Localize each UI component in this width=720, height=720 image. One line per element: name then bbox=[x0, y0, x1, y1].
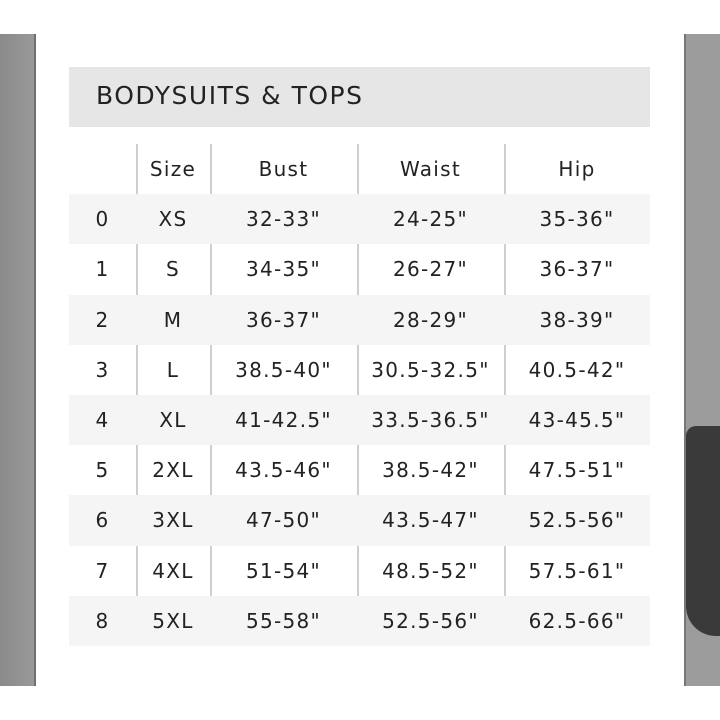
cell-index: 2 bbox=[95, 307, 110, 332]
cell-index: 8 bbox=[95, 608, 110, 633]
cell-bust: 43.5-46" bbox=[235, 458, 332, 483]
cell-hip: 43-45.5" bbox=[528, 408, 626, 433]
header-cell-hip: Hip bbox=[558, 157, 596, 182]
table-row: 8 5XL 55-58" 52.5-56" 62.5-66" bbox=[69, 595, 650, 646]
cell-hip: 57.5-61" bbox=[528, 558, 626, 583]
table-row: 5 2XL 43.5-46" 38.5-42" 47.5-51" bbox=[69, 445, 650, 495]
cell-waist: 26-27" bbox=[392, 257, 469, 282]
cell-waist: 33.5-36.5" bbox=[371, 408, 490, 433]
cell-size: XS bbox=[158, 207, 188, 232]
cell-size: L bbox=[166, 357, 180, 382]
size-chart-panel: BODYSUITS & TOPS Size Bust Waist Hip 0 X… bbox=[36, 34, 684, 686]
cell-hip: 62.5-66" bbox=[528, 608, 626, 633]
cell-size: 5XL bbox=[152, 608, 194, 633]
table-row: 2 M 36-37" 28-29" 38-39" bbox=[69, 294, 650, 345]
table-row: 0 XS 32-33" 24-25" 35-36" bbox=[69, 194, 650, 245]
cell-hip: 47.5-51" bbox=[528, 458, 626, 483]
cell-index: 7 bbox=[95, 558, 110, 583]
table-row: 1 S 34-35" 26-27" 36-37" bbox=[69, 244, 650, 294]
table-row: 7 4XL 51-54" 48.5-52" 57.5-61" bbox=[69, 546, 650, 596]
cell-size: 2XL bbox=[152, 458, 194, 483]
cell-waist: 30.5-32.5" bbox=[371, 357, 490, 382]
header-cell-size: Size bbox=[149, 157, 197, 182]
cell-waist: 38.5-42" bbox=[382, 458, 479, 483]
cell-waist: 48.5-52" bbox=[382, 558, 479, 583]
header-cell-bust: Bust bbox=[258, 157, 309, 182]
cell-waist: 43.5-47" bbox=[382, 508, 479, 533]
cell-index: 3 bbox=[95, 357, 110, 382]
cell-bust: 32-33" bbox=[245, 207, 322, 232]
cell-hip: 36-37" bbox=[539, 257, 615, 282]
cell-index: 6 bbox=[95, 508, 110, 533]
chart-title: BODYSUITS & TOPS bbox=[96, 81, 364, 110]
header-row: Size Bust Waist Hip bbox=[69, 144, 650, 194]
cell-bust: 47-50" bbox=[245, 508, 322, 533]
cell-waist: 24-25" bbox=[392, 207, 469, 232]
right-backdrop bbox=[684, 34, 720, 686]
cell-index: 0 bbox=[95, 207, 110, 232]
cell-bust: 38.5-40" bbox=[235, 357, 332, 382]
cell-waist: 28-29" bbox=[392, 307, 469, 332]
cell-hip: 35-36" bbox=[539, 207, 615, 232]
table-row: 4 XL 41-42.5" 33.5-36.5" 43-45.5" bbox=[69, 394, 650, 446]
left-backdrop bbox=[0, 34, 36, 686]
cell-size: S bbox=[166, 257, 180, 282]
cell-bust: 55-58" bbox=[245, 608, 322, 633]
cell-size: 3XL bbox=[152, 508, 194, 533]
header-cell-index bbox=[69, 144, 136, 194]
cell-bust: 51-54" bbox=[245, 558, 322, 583]
cell-hip: 40.5-42" bbox=[528, 357, 626, 382]
cell-bust: 34-35" bbox=[245, 257, 322, 282]
cell-size: 4XL bbox=[152, 558, 194, 583]
cell-bust: 41-42.5" bbox=[235, 408, 332, 433]
cell-bust: 36-37" bbox=[245, 307, 322, 332]
cell-index: 4 bbox=[95, 408, 110, 433]
cell-index: 5 bbox=[95, 458, 110, 483]
cell-waist: 52.5-56" bbox=[382, 608, 479, 633]
cell-index: 1 bbox=[95, 257, 110, 282]
cell-hip: 52.5-56" bbox=[528, 508, 626, 533]
cell-hip: 38-39" bbox=[539, 307, 615, 332]
table-row: 3 L 38.5-40" 30.5-32.5" 40.5-42" bbox=[69, 345, 650, 395]
header-cell-waist: Waist bbox=[399, 157, 462, 182]
cell-size: XL bbox=[159, 408, 187, 433]
size-table: Size Bust Waist Hip 0 XS 32-33" 24-25" 3… bbox=[69, 144, 650, 646]
title-bar: BODYSUITS & TOPS bbox=[69, 67, 650, 127]
table-row: 6 3XL 47-50" 43.5-47" 52.5-56" bbox=[69, 495, 650, 546]
cell-size: M bbox=[163, 307, 183, 332]
model-silhouette bbox=[686, 426, 720, 636]
